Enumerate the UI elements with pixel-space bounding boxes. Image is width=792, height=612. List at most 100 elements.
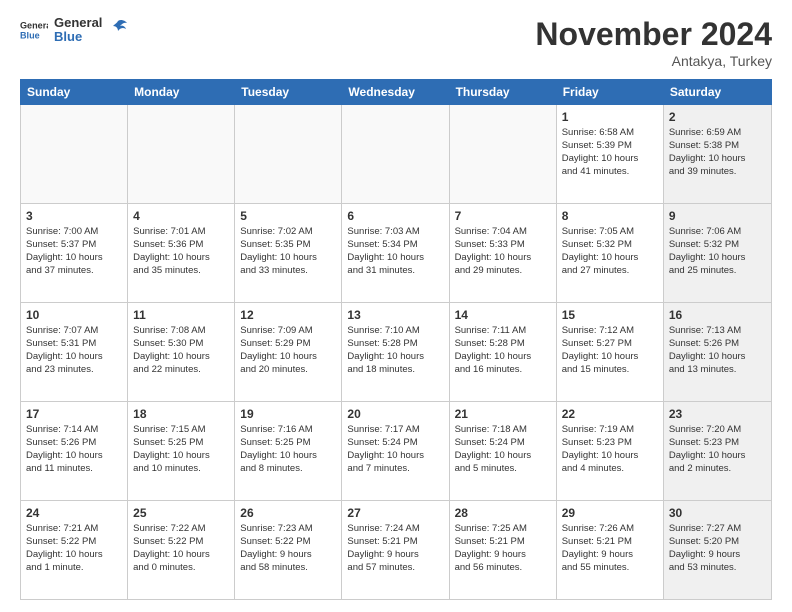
day-info-14: Sunrise: 7:11 AM Sunset: 5:28 PM Dayligh… (455, 325, 532, 374)
week-row-1: 1 Sunrise: 6:58 AM Sunset: 5:39 PM Daylig… (21, 105, 771, 204)
day-info-6: Sunrise: 7:03 AM Sunset: 5:34 PM Dayligh… (347, 226, 424, 275)
day-number-14: 14 (455, 307, 551, 323)
day-25: 25 Sunrise: 7:22 AM Sunset: 5:22 PM Dayli… (128, 501, 235, 599)
week-row-3: 10Sunrise: 7:07 AM Sunset: 5:31 PM Dayli… (21, 303, 771, 402)
day-4: 4 Sunrise: 7:01 AM Sunset: 5:36 PM Daylig… (128, 204, 235, 302)
header-wednesday: Wednesday (342, 80, 449, 104)
page-header: General Blue General Blue November 2024 … (20, 16, 772, 69)
day-number-2: 2 (669, 109, 766, 125)
day-22: 22 Sunrise: 7:19 AM Sunset: 5:23 PM Dayli… (557, 402, 664, 500)
svg-text:Blue: Blue (20, 31, 40, 41)
day-info-15: Sunrise: 7:12 AM Sunset: 5:27 PM Dayligh… (562, 325, 639, 374)
day-info-22: Sunrise: 7:19 AM Sunset: 5:23 PM Dayligh… (562, 424, 639, 473)
day-info-9: Sunrise: 7:06 AM Sunset: 5:32 PM Dayligh… (669, 226, 746, 275)
day-info-19: Sunrise: 7:16 AM Sunset: 5:25 PM Dayligh… (240, 424, 317, 473)
day-16: 16 Sunrise: 7:13 AM Sunset: 5:26 PM Dayli… (664, 303, 771, 401)
day-info-1: Sunrise: 6:58 AM Sunset: 5:39 PM Dayligh… (562, 127, 639, 176)
day-info-17: Sunrise: 7:14 AM Sunset: 5:26 PM Dayligh… (26, 424, 103, 473)
day-number-20: 20 (347, 406, 443, 422)
day-number-3: 3 (26, 208, 122, 224)
day-6: 6 Sunrise: 7:03 AM Sunset: 5:34 PM Daylig… (342, 204, 449, 302)
day-29: 29 Sunrise: 7:26 AM Sunset: 5:21 PM Dayli… (557, 501, 664, 599)
day-number-19: 19 (240, 406, 336, 422)
empty-cell (342, 105, 449, 203)
day-number-28: 28 (455, 505, 551, 521)
day-number-11: 11 (133, 307, 229, 323)
day-number-17: 17 (26, 406, 122, 422)
day-17: 17 Sunrise: 7:14 AM Sunset: 5:26 PM Dayli… (21, 402, 128, 500)
header-friday: Friday (557, 80, 664, 104)
day-info-4: Sunrise: 7:01 AM Sunset: 5:36 PM Dayligh… (133, 226, 210, 275)
day-info-3: Sunrise: 7:00 AM Sunset: 5:37 PM Dayligh… (26, 226, 103, 275)
day-27: 27 Sunrise: 7:24 AM Sunset: 5:21 PM Dayli… (342, 501, 449, 599)
day-number-1: 1 (562, 109, 658, 125)
day-number-27: 27 (347, 505, 443, 521)
header-tuesday: Tuesday (235, 80, 342, 104)
day-number-13: 13 (347, 307, 443, 323)
day-number-22: 22 (562, 406, 658, 422)
day-info-21: Sunrise: 7:18 AM Sunset: 5:24 PM Dayligh… (455, 424, 532, 473)
day-info-24: Sunrise: 7:21 AM Sunset: 5:22 PM Dayligh… (26, 523, 103, 572)
day-number-29: 29 (562, 505, 658, 521)
week-row-4: 17 Sunrise: 7:14 AM Sunset: 5:26 PM Dayli… (21, 402, 771, 501)
day-number-10: 10 (26, 307, 122, 323)
day-19: 19 Sunrise: 7:16 AM Sunset: 5:25 PM Dayli… (235, 402, 342, 500)
day-info-5: Sunrise: 7:02 AM Sunset: 5:35 PM Dayligh… (240, 226, 317, 275)
empty-cell (235, 105, 342, 203)
day-15: 15 Sunrise: 7:12 AM Sunset: 5:27 PM Dayli… (557, 303, 664, 401)
day-info-27: Sunrise: 7:24 AM Sunset: 5:21 PM Dayligh… (347, 523, 419, 572)
day-23: 23Sunrise: 7:20 AM Sunset: 5:23 PM Dayli… (664, 402, 771, 500)
empty-cell (450, 105, 557, 203)
day-info-25: Sunrise: 7:22 AM Sunset: 5:22 PM Dayligh… (133, 523, 210, 572)
empty-cell (128, 105, 235, 203)
day-9: 9 Sunrise: 7:06 AM Sunset: 5:32 PM Daylig… (664, 204, 771, 302)
day-24: 24 Sunrise: 7:21 AM Sunset: 5:22 PM Dayli… (21, 501, 128, 599)
day-number-25: 25 (133, 505, 229, 521)
day-30: 30Sunrise: 7:27 AM Sunset: 5:20 PM Dayli… (664, 501, 771, 599)
day-info-13: Sunrise: 7:10 AM Sunset: 5:28 PM Dayligh… (347, 325, 424, 374)
day-10: 10Sunrise: 7:07 AM Sunset: 5:31 PM Dayli… (21, 303, 128, 401)
day-11: 11 Sunrise: 7:08 AM Sunset: 5:30 PM Dayli… (128, 303, 235, 401)
day-info-20: Sunrise: 7:17 AM Sunset: 5:24 PM Dayligh… (347, 424, 424, 473)
day-number-6: 6 (347, 208, 443, 224)
day-3: 3 Sunrise: 7:00 AM Sunset: 5:37 PM Daylig… (21, 204, 128, 302)
day-14: 14 Sunrise: 7:11 AM Sunset: 5:28 PM Dayli… (450, 303, 557, 401)
day-number-18: 18 (133, 406, 229, 422)
logo: General Blue General Blue (20, 16, 128, 45)
day-number-21: 21 (455, 406, 551, 422)
day-number-12: 12 (240, 307, 336, 323)
day-number-5: 5 (240, 208, 336, 224)
day-number-30: 30 (669, 505, 766, 521)
day-number-4: 4 (133, 208, 229, 224)
day-number-16: 16 (669, 307, 766, 323)
day-1: 1 Sunrise: 6:58 AM Sunset: 5:39 PM Daylig… (557, 105, 664, 203)
day-number-15: 15 (562, 307, 658, 323)
day-13: 13 Sunrise: 7:10 AM Sunset: 5:28 PM Dayli… (342, 303, 449, 401)
calendar-header: Sunday Monday Tuesday Wednesday Thursday… (20, 79, 772, 105)
header-thursday: Thursday (450, 80, 557, 104)
day-info-11: Sunrise: 7:08 AM Sunset: 5:30 PM Dayligh… (133, 325, 210, 374)
day-12: 12Sunrise: 7:09 AM Sunset: 5:29 PM Dayli… (235, 303, 342, 401)
week-row-2: 3 Sunrise: 7:00 AM Sunset: 5:37 PM Daylig… (21, 204, 771, 303)
day-info-16: Sunrise: 7:13 AM Sunset: 5:26 PM Dayligh… (669, 325, 746, 374)
location: Antakya, Turkey (535, 53, 772, 69)
day-number-24: 24 (26, 505, 122, 521)
day-21: 21 Sunrise: 7:18 AM Sunset: 5:24 PM Dayli… (450, 402, 557, 500)
day-info-29: Sunrise: 7:26 AM Sunset: 5:21 PM Dayligh… (562, 523, 634, 572)
day-info-23: Sunrise: 7:20 AM Sunset: 5:23 PM Dayligh… (669, 424, 746, 473)
day-number-9: 9 (669, 208, 766, 224)
day-7: 7Sunrise: 7:04 AM Sunset: 5:33 PM Daylig… (450, 204, 557, 302)
month-title: November 2024 (535, 16, 772, 53)
calendar: Sunday Monday Tuesday Wednesday Thursday… (20, 79, 772, 600)
calendar-body: 1 Sunrise: 6:58 AM Sunset: 5:39 PM Daylig… (20, 105, 772, 600)
day-number-7: 7 (455, 208, 551, 224)
day-info-2: Sunrise: 6:59 AM Sunset: 5:38 PM Dayligh… (669, 127, 746, 176)
logo-blue: Blue (54, 30, 102, 44)
logo-icon: General Blue (20, 16, 48, 44)
day-26: 26Sunrise: 7:23 AM Sunset: 5:22 PM Dayli… (235, 501, 342, 599)
week-row-5: 24 Sunrise: 7:21 AM Sunset: 5:22 PM Dayli… (21, 501, 771, 599)
title-section: November 2024 Antakya, Turkey (535, 16, 772, 69)
logo-bird-icon (108, 18, 128, 38)
logo-general: General (54, 16, 102, 30)
day-20: 20 Sunrise: 7:17 AM Sunset: 5:24 PM Dayli… (342, 402, 449, 500)
